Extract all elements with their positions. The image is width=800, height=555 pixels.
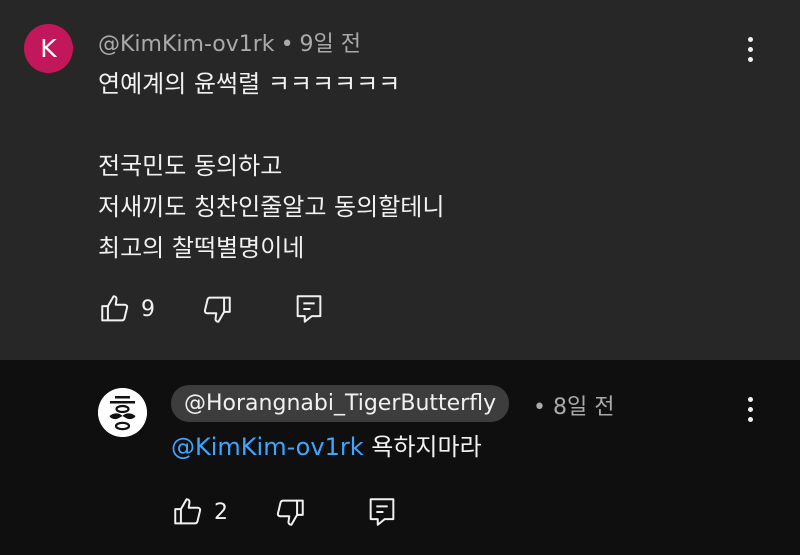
reply-meta: • 8일 전 <box>533 389 614 421</box>
comment-line: 최고의 찰떡별명이네 <box>98 234 305 262</box>
mention-link[interactable]: @KimKim-ov1rk <box>171 433 364 461</box>
comment-meta: @KimKim-ov1rk • 9일 전 <box>98 26 361 58</box>
reply-timestamp[interactable]: 8일 전 <box>553 395 614 420</box>
like-count: 9 <box>141 296 155 322</box>
comment-line: 연예계의 윤썩렬 ㅋㅋㅋㅋㅋㅋ <box>98 70 401 98</box>
comment-line <box>98 105 444 146</box>
reply-body: 욕하지마라 <box>371 433 482 461</box>
reply-icon[interactable] <box>365 495 399 529</box>
thumbs-up-icon[interactable] <box>98 292 132 326</box>
avatar[interactable]: K <box>24 24 73 73</box>
like-count: 2 <box>214 499 228 525</box>
comment-actions: 9 <box>98 292 326 326</box>
meta-separator: • <box>280 32 294 57</box>
author-handle-badge[interactable]: @Horangnabi_TigerButterfly <box>171 385 510 422</box>
meta-separator: • <box>533 395 546 420</box>
reply-icon[interactable] <box>292 292 326 326</box>
comment-text: 연예계의 윤썩렬 ㅋㅋㅋㅋㅋㅋ 전국민도 동의하고 저새끼도 칭찬인줄알고 동의… <box>98 64 444 269</box>
more-vert-icon[interactable] <box>747 37 753 63</box>
reply-actions: 2 <box>171 495 399 529</box>
comment-line: 전국민도 동의하고 <box>98 152 283 180</box>
thumbs-down-icon[interactable] <box>273 495 307 529</box>
mustache-logo-icon[interactable] <box>98 388 147 437</box>
thumbs-down-icon[interactable] <box>200 292 234 326</box>
comment-timestamp[interactable]: 9일 전 <box>300 32 361 57</box>
author-handle[interactable]: @KimKim-ov1rk <box>98 32 275 57</box>
more-vert-icon[interactable] <box>747 397 753 423</box>
thumbs-up-icon[interactable] <box>171 495 205 529</box>
comment-line: 저새끼도 칭찬인줄알고 동의할테니 <box>98 193 445 221</box>
reply-text: @KimKim-ov1rk 욕하지마라 <box>171 430 482 464</box>
